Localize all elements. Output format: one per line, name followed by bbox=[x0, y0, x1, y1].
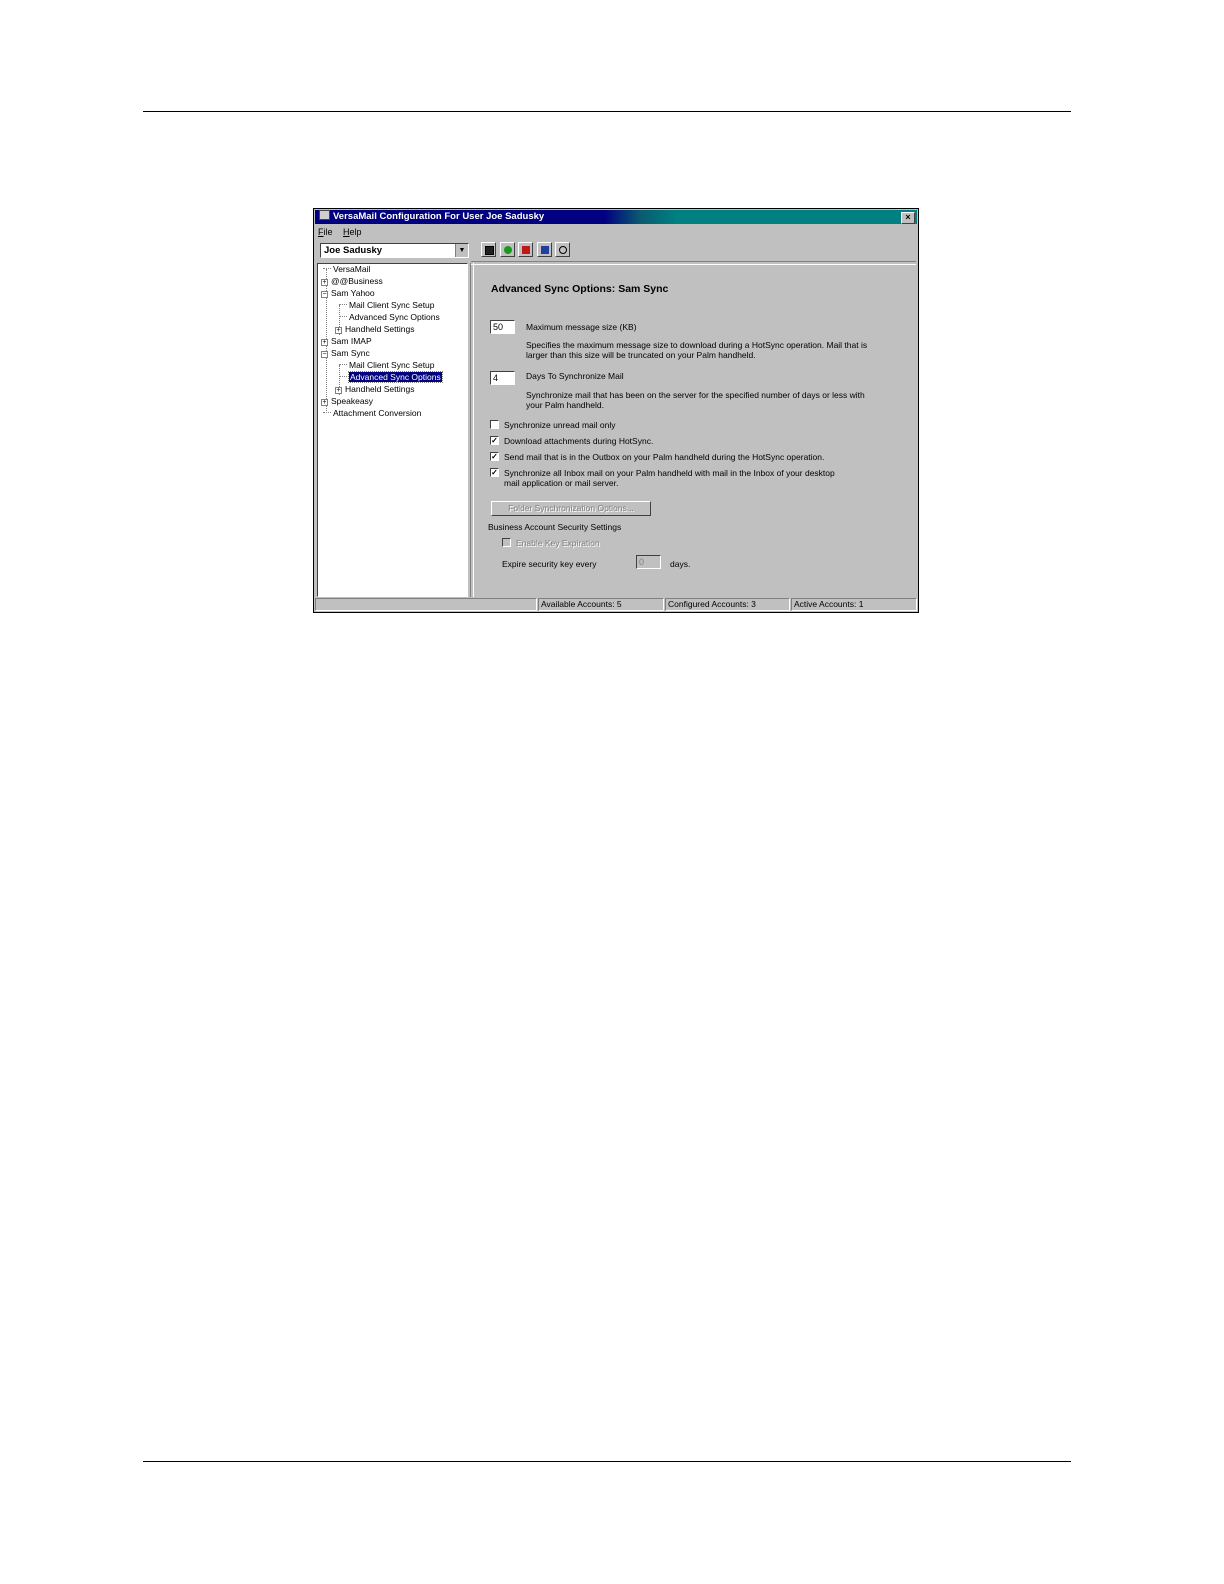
tree-item-sync-advanced-sync-options[interactable]: Advanced Sync Options bbox=[339, 371, 443, 383]
save-button[interactable] bbox=[481, 242, 496, 257]
menu-bar: File Help bbox=[318, 226, 370, 238]
tree-item-sam-imap[interactable]: + Sam IMAP bbox=[321, 336, 372, 347]
send-outbox-checkbox[interactable]: ✓ bbox=[490, 452, 499, 461]
sync-unread-only-checkbox[interactable] bbox=[490, 420, 499, 429]
add-account-button[interactable] bbox=[499, 242, 515, 257]
title-bar[interactable]: VersaMail Configuration For User Joe Sad… bbox=[315, 210, 917, 224]
tree-item-yahoo-mail-client-sync-setup[interactable]: Mail Client Sync Setup bbox=[339, 300, 435, 311]
help-icon bbox=[559, 246, 568, 254]
expire-days-suffix: days. bbox=[670, 559, 691, 569]
window-title: VersaMail Configuration For User Joe Sad… bbox=[333, 211, 545, 222]
tree-connector bbox=[339, 364, 347, 365]
expand-icon[interactable]: + bbox=[321, 399, 328, 406]
days-to-sync-description: Synchronize mail that has been on the se… bbox=[526, 390, 865, 410]
properties-button[interactable] bbox=[536, 242, 552, 257]
tree-item-versamail[interactable]: VersaMail bbox=[323, 264, 370, 275]
tree-item-business[interactable]: + @@Business bbox=[321, 276, 383, 287]
properties-icon bbox=[540, 246, 549, 254]
chevron-down-icon[interactable]: ▼ bbox=[455, 244, 468, 257]
menu-file[interactable]: File bbox=[318, 227, 333, 237]
max-message-size-input[interactable]: 50 bbox=[490, 320, 515, 334]
tree-item-sync-handheld-settings[interactable]: + Handheld Settings bbox=[335, 384, 414, 395]
user-select-dropdown[interactable]: Joe Sadusky ▼ bbox=[320, 243, 469, 258]
toolbar bbox=[481, 242, 571, 259]
expand-icon[interactable]: + bbox=[335, 327, 342, 334]
download-attachments-checkbox[interactable]: ✓ bbox=[490, 436, 499, 445]
max-message-size-label: Maximum message size (KB) bbox=[526, 322, 637, 332]
tree-item-yahoo-handheld-settings[interactable]: + Handheld Settings bbox=[335, 324, 414, 335]
account-tree[interactable]: VersaMail + @@Business − Sam Yahoo Mail Cl… bbox=[317, 263, 468, 597]
sync-inbox-checkbox[interactable]: ✓ bbox=[490, 468, 499, 477]
enable-key-expiration-label: Enable Key Expiration bbox=[516, 538, 600, 548]
status-available-accounts: Available Accounts: 5 bbox=[538, 598, 664, 611]
expand-icon[interactable]: + bbox=[321, 339, 328, 346]
tree-item-yahoo-advanced-sync-options[interactable]: Advanced Sync Options bbox=[339, 312, 440, 323]
folder-sync-options-button[interactable]: Folder Synchronization Options... bbox=[491, 501, 651, 516]
tree-connector bbox=[339, 304, 347, 305]
sync-unread-only-label: Synchronize unread mail only bbox=[504, 420, 616, 430]
status-cell-empty bbox=[315, 598, 537, 611]
add-account-icon bbox=[503, 246, 512, 254]
delete-account-button[interactable] bbox=[518, 242, 534, 257]
tree-connector bbox=[323, 412, 331, 413]
page-header-rule bbox=[143, 111, 1071, 112]
settings-panel: Advanced Sync Options: Sam Sync 50 Maxim… bbox=[474, 265, 915, 595]
tree-item-sam-yahoo[interactable]: − Sam Yahoo bbox=[321, 288, 375, 299]
expand-icon[interactable]: + bbox=[321, 279, 328, 286]
tree-item-speakeasy[interactable]: + Speakeasy bbox=[321, 396, 373, 407]
user-select-value: Joe Sadusky bbox=[324, 245, 383, 256]
tree-connector bbox=[339, 316, 347, 317]
tree-connector bbox=[339, 376, 347, 377]
tree-item-sync-mail-client-sync-setup[interactable]: Mail Client Sync Setup bbox=[339, 360, 435, 371]
max-message-size-description: Specifies the maximum message size to do… bbox=[526, 340, 868, 360]
status-bar: Available Accounts: 5 Configured Account… bbox=[315, 598, 917, 611]
versamail-app-icon bbox=[319, 210, 330, 220]
collapse-icon[interactable]: − bbox=[321, 291, 328, 298]
days-to-sync-label: Days To Synchronize Mail bbox=[526, 371, 624, 381]
security-settings-group-label: Business Account Security Settings bbox=[488, 522, 622, 532]
tree-item-attachment-conversion[interactable]: Attachment Conversion bbox=[323, 408, 421, 419]
save-icon bbox=[485, 246, 494, 255]
status-active-accounts: Active Accounts: 1 bbox=[791, 598, 917, 611]
delete-account-icon bbox=[522, 246, 531, 254]
versamail-config-window: VersaMail Configuration For User Joe Sad… bbox=[313, 208, 919, 613]
close-button[interactable]: × bbox=[901, 212, 915, 224]
expand-icon[interactable]: + bbox=[335, 387, 342, 394]
status-configured-accounts: Configured Accounts: 3 bbox=[665, 598, 790, 611]
enable-key-expiration-checkbox[interactable] bbox=[502, 538, 511, 547]
tree-item-sam-sync[interactable]: − Sam Sync bbox=[321, 348, 370, 359]
page-footer-rule bbox=[143, 1461, 1071, 1462]
days-to-sync-input[interactable]: 4 bbox=[490, 371, 515, 385]
page-title: Advanced Sync Options: Sam Sync bbox=[491, 283, 669, 295]
expire-key-label: Expire security key every bbox=[502, 559, 597, 569]
expire-days-input[interactable]: 0 bbox=[636, 555, 661, 569]
tree-connector bbox=[323, 268, 331, 269]
menu-help[interactable]: Help bbox=[343, 227, 362, 237]
send-outbox-label: Send mail that is in the Outbox on your … bbox=[504, 452, 825, 462]
help-button[interactable] bbox=[555, 242, 571, 257]
download-attachments-label: Download attachments during HotSync. bbox=[504, 436, 654, 446]
sync-inbox-label: Synchronize all Inbox mail on your Palm … bbox=[504, 468, 835, 488]
collapse-icon[interactable]: − bbox=[321, 351, 328, 358]
